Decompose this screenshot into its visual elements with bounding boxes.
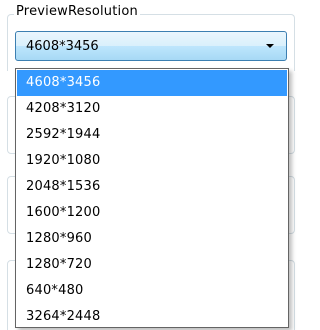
dropdown-option[interactable]: 2048*1536 [17,174,287,200]
resolution-dropdown-list[interactable]: 4608*3456 4208*3120 2592*1944 1920*1080 … [15,68,289,328]
dropdown-option[interactable]: 2592*1944 [17,122,287,148]
dropdown-option[interactable]: 4208*3120 [17,96,287,122]
dropdown-option[interactable]: 1600*1200 [17,200,287,226]
dropdown-option[interactable]: 3264*2448 [17,304,287,330]
chevron-down-icon[interactable] [266,44,274,48]
preview-resolution-panel: PreviewResolution 4608*3456 4608*3456 42… [0,0,301,330]
dropdown-option[interactable]: 1280*960 [17,226,287,252]
combobox-selected-value: 4608*3456 [26,39,99,54]
dropdown-option[interactable]: 4608*3456 [17,70,287,96]
groupbox-title: PreviewResolution [14,3,140,21]
dropdown-option[interactable]: 1920*1080 [17,148,287,174]
preview-resolution-combobox[interactable]: 4608*3456 [15,31,287,61]
dropdown-option[interactable]: 640*480 [17,278,287,304]
dropdown-option[interactable]: 1280*720 [17,252,287,278]
